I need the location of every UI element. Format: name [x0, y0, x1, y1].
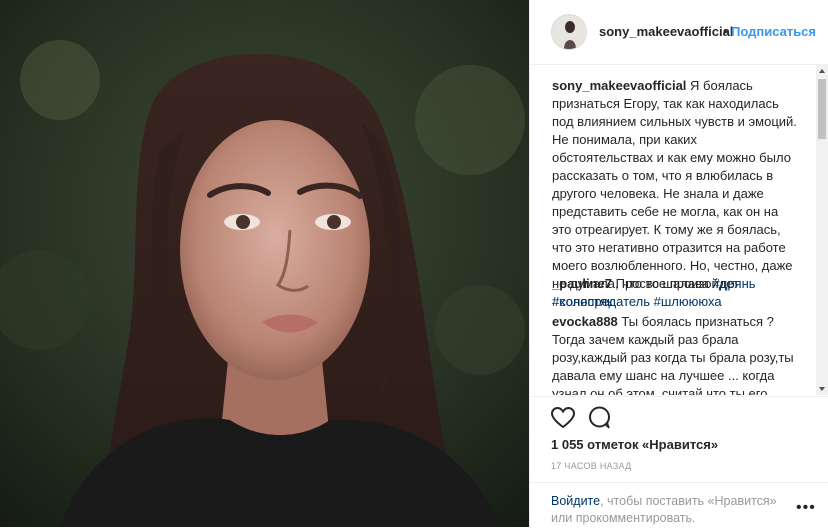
post-timestamp: 17 ЧАСОВ НАЗАД	[551, 461, 632, 471]
comment-username[interactable]: _pauline7	[552, 276, 612, 291]
comments-scrollbar[interactable]	[816, 65, 828, 395]
login-prompt-text: Войдите, чтобы поставить «Нравится» или …	[551, 493, 791, 527]
likes-count[interactable]: 1 055 отметок «Нравится»	[551, 437, 718, 452]
comment-text: Просто шалава	[615, 276, 710, 291]
scrollbar-thumb[interactable]	[818, 79, 826, 139]
more-options-icon[interactable]: •••	[796, 499, 816, 517]
comment-text: Я боялась признаться Егору, так как нахо…	[552, 78, 797, 291]
post-sidebar: sony_makeevaofficial • Подписаться sony_…	[529, 0, 828, 527]
list-item: evocka888 Ты боялась признаться ?Тогда з…	[552, 313, 797, 395]
post-header: sony_makeevaofficial • Подписаться	[530, 0, 828, 65]
post-photo[interactable]	[0, 0, 529, 527]
post-actions: 1 055 отметок «Нравится» 17 ЧАСОВ НАЗАД …	[530, 396, 828, 527]
avatar[interactable]	[551, 14, 587, 50]
heart-icon[interactable]	[550, 406, 576, 434]
list-item: _pauline7 Просто шалава #дрянь #соняпред…	[552, 275, 797, 311]
follow-button[interactable]: Подписаться	[731, 24, 816, 39]
comment-bubble-icon[interactable]	[588, 406, 612, 435]
scroll-down-icon[interactable]	[819, 387, 825, 391]
header-separator: •	[723, 24, 728, 39]
login-link[interactable]: Войдите	[551, 494, 600, 508]
comments-list[interactable]: sony_makeevaofficial Я боялась признатьс…	[530, 65, 814, 395]
login-prompt: Войдите, чтобы поставить «Нравится» или …	[530, 482, 828, 528]
scroll-up-icon[interactable]	[819, 69, 825, 73]
header-username[interactable]: sony_makeevaofficial	[599, 24, 733, 39]
avatar-image	[552, 15, 586, 49]
portrait-image	[0, 0, 529, 527]
comment-username[interactable]: sony_makeevaofficial	[552, 78, 686, 93]
comment-username[interactable]: evocka888	[552, 314, 618, 329]
